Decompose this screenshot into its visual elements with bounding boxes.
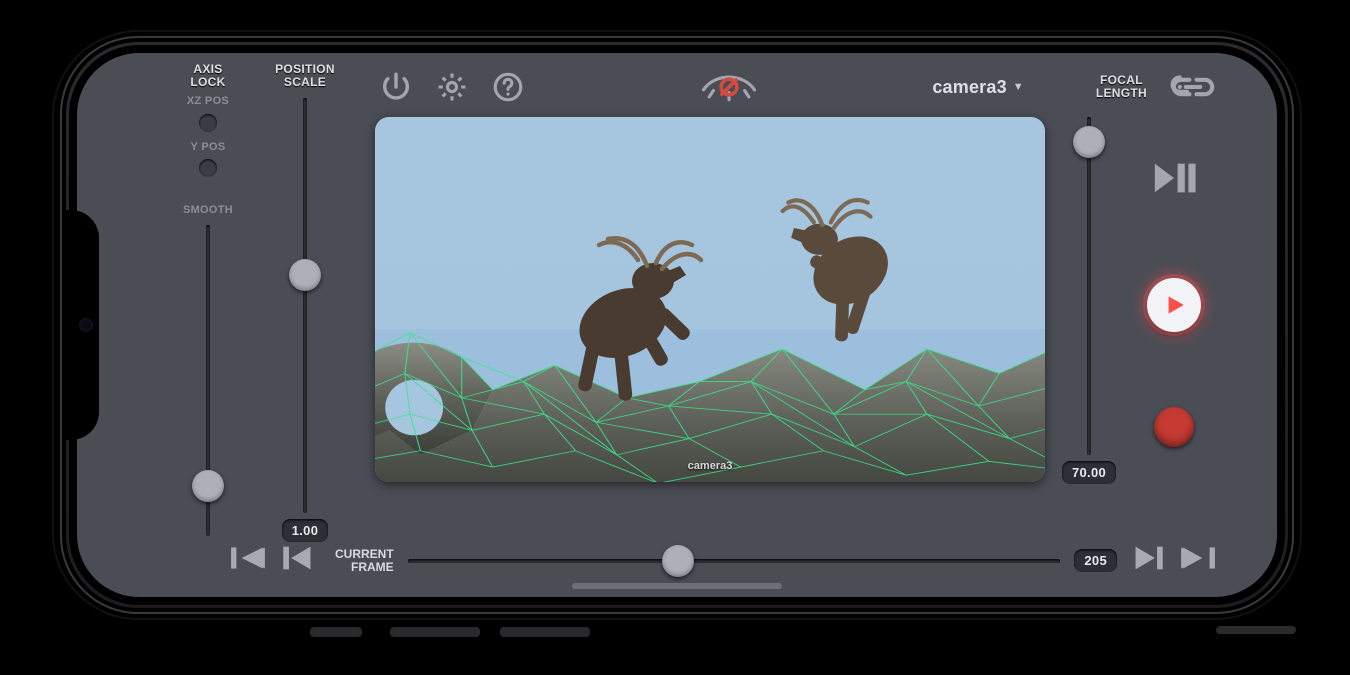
app-window: AXIS LOCK XZ POS Y POS SMOOTH POSITION S… <box>77 53 1277 597</box>
y-pos-label: Y POS <box>191 142 226 154</box>
home-indicator <box>572 583 782 589</box>
position-scale-slider[interactable] <box>291 98 319 513</box>
focal-length-label: FOCAL LENGTH <box>1096 74 1147 99</box>
gear-icon[interactable] <box>435 70 469 104</box>
left-panel: AXIS LOCK XZ POS Y POS SMOOTH POSITION S… <box>169 59 367 542</box>
phone-volume-up <box>390 627 480 637</box>
phone-volume-down <box>500 627 590 637</box>
smooth-label: SMOOTH <box>183 205 233 217</box>
help-icon[interactable] <box>491 70 525 104</box>
position-scale-value[interactable]: 1.00 <box>282 519 329 542</box>
position-scale-label: POSITION SCALE <box>275 63 335 88</box>
play-pause-icon[interactable] <box>1150 158 1198 203</box>
current-frame-label: CURRENT FRAME <box>335 548 394 573</box>
timeline-slider[interactable] <box>408 545 1061 577</box>
viewport-container: camera3 <box>373 115 1047 484</box>
phone-notch <box>65 210 99 440</box>
xz-pos-label: XZ POS <box>187 96 229 108</box>
chevron-down-icon: ▼ <box>1013 81 1024 93</box>
first-frame-icon[interactable] <box>229 542 267 579</box>
link-icon[interactable] <box>1169 72 1217 102</box>
right-panel: 70.00 <box>1053 115 1223 484</box>
record-play-button[interactable] <box>1147 278 1201 332</box>
current-frame-value[interactable]: 205 <box>1074 549 1117 572</box>
phone-bezel: AXIS LOCK XZ POS Y POS SMOOTH POSITION S… <box>69 45 1285 605</box>
last-frame-icon[interactable] <box>1179 542 1217 579</box>
camera-selector[interactable]: camera3 ▼ <box>932 77 1024 98</box>
phone-side-button <box>1216 626 1297 634</box>
timeline-bar: CURRENT FRAME 205 <box>169 542 1223 579</box>
phone-mute-switch <box>310 627 362 637</box>
viewport[interactable]: camera3 <box>375 117 1045 482</box>
scene-moose-left <box>536 206 716 416</box>
camera-selector-label: camera3 <box>932 77 1006 98</box>
smooth-slider[interactable] <box>194 225 222 536</box>
record-button[interactable] <box>1154 407 1194 447</box>
phone-frame: AXIS LOCK XZ POS Y POS SMOOTH POSITION S… <box>60 36 1294 614</box>
visibility-off-icon[interactable] <box>693 70 765 104</box>
top-toolbar: camera3 ▼ FOCAL LENGTH <box>373 59 1223 115</box>
xz-pos-toggle[interactable] <box>199 114 217 132</box>
axis-lock-label: AXIS LOCK <box>190 63 225 88</box>
prev-frame-icon[interactable] <box>281 542 315 579</box>
viewport-camera-caption: camera3 <box>688 460 733 472</box>
focal-length-value[interactable]: 70.00 <box>1062 461 1116 484</box>
focal-length-slider[interactable] <box>1075 117 1103 455</box>
next-frame-icon[interactable] <box>1131 542 1165 579</box>
scene-moose-right <box>777 160 947 358</box>
power-icon[interactable] <box>379 70 413 104</box>
y-pos-toggle[interactable] <box>199 159 217 177</box>
